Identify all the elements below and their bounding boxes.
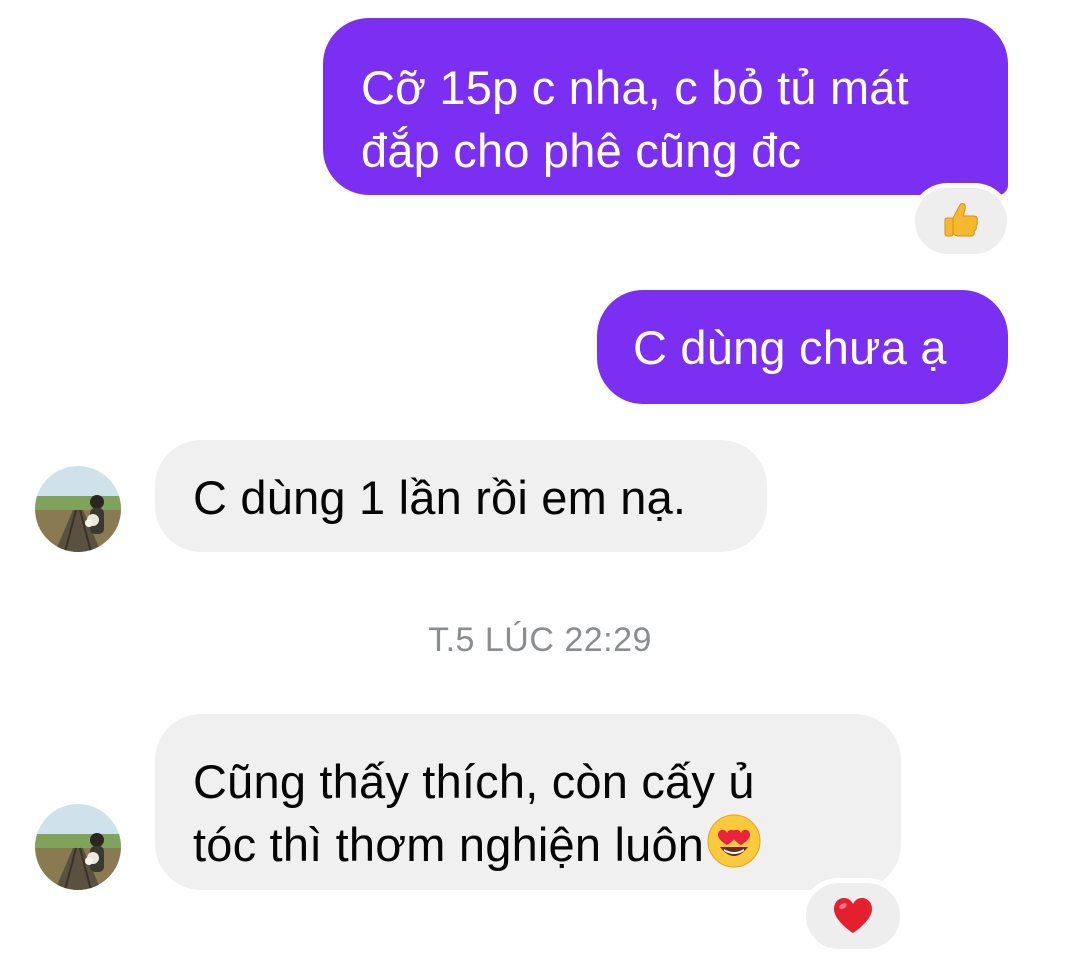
message-text-line-wrapper: tóc thì thơm nghiện luôn [193,813,871,876]
timestamp-divider: T.5 LÚC 22:29 [428,621,652,659]
heart-icon [834,898,872,933]
contact-avatar[interactable] [35,804,121,890]
thumbs-up-icon [944,203,978,237]
heart-eyes-icon [707,814,761,868]
contact-avatar[interactable] [35,466,121,552]
reaction-badge[interactable] [801,878,905,954]
message-text: C dùng 1 lần rồi em nạ. [193,471,687,524]
message-text-line: Cỡ 15p c nha, c bỏ tủ mát [361,61,909,114]
avatar-photo [35,466,121,552]
message-text-line: Cũng thấy thích, còn cấy ủ [193,755,755,808]
avatar-photo [35,804,121,890]
outgoing-message-bubble[interactable]: Cỡ 15p c nha, c bỏ tủ mát đắp cho phê cũ… [323,18,1008,195]
message-text-line: đắp cho phê cũng đc [361,124,802,177]
message-text-line: tóc thì thơm nghiện luôn [193,818,705,871]
incoming-message-bubble[interactable]: Cũng thấy thích, còn cấy ủ tóc thì thơm … [155,714,901,890]
incoming-message-bubble[interactable]: C dùng 1 lần rồi em nạ. [155,440,767,552]
reaction-badge[interactable] [910,183,1012,259]
message-text: C dùng chưa ạ [633,321,947,374]
outgoing-message-bubble[interactable]: C dùng chưa ạ [597,290,1008,404]
